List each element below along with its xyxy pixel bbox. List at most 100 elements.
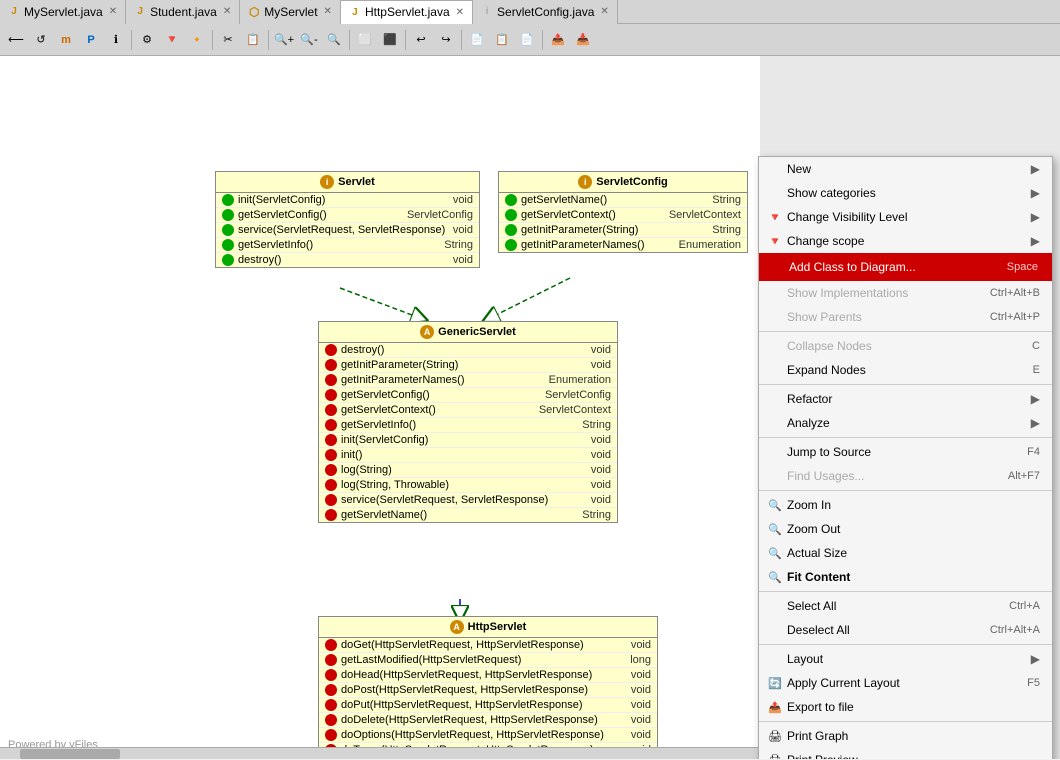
method-name: getServletContext() [521,209,665,221]
menu-item-fit-content[interactable]: 🔍 Fit Content [759,565,1052,589]
menu-item-new[interactable]: New ▶ [759,157,1052,181]
tab-myservlet-java[interactable]: J MyServlet.java ✕ [0,0,126,24]
method-name: destroy() [341,344,587,356]
menu-item-scope[interactable]: 🔻 Change scope ▶ [759,229,1052,253]
uml-row: doDelete(HttpServletRequest, HttpServlet… [319,713,657,728]
toolbar-zoomin-btn[interactable]: 🔍+ [272,28,296,52]
menu-sep-1 [759,331,1052,332]
horizontal-scrollbar[interactable] [0,747,760,759]
toolbar-flag2-btn[interactable]: 🔸 [185,28,209,52]
toolbar-info-btn[interactable]: ℹ [104,28,128,52]
menu-item-print-graph[interactable]: 🖨 Print Graph [759,724,1052,748]
toolbar-import-btn[interactable]: 📥 [571,28,595,52]
menu-item-select-all[interactable]: Select All Ctrl+A [759,594,1052,618]
main-area: i Servlet init(ServletConfig) void getSe… [0,56,1060,759]
menu-label-export: Export to file [787,700,1040,714]
method-return: void [591,434,611,446]
select-all-shortcut: Ctrl+A [1009,600,1040,612]
menu-item-actual-size[interactable]: 🔍 Actual Size [759,541,1052,565]
uml-row: getServletName() String [319,508,617,522]
toolbar-m-btn[interactable]: m [54,28,78,52]
tab-servletconfig-java[interactable]: i ServletConfig.java ✕ [473,0,618,24]
toolbar-doc3-btn[interactable]: 📄 [515,28,539,52]
menu-item-visibility[interactable]: 🔻 Change Visibility Level ▶ [759,205,1052,229]
menu-item-refactor[interactable]: Refactor ▶ [759,387,1052,411]
tab-student-java[interactable]: J Student.java ✕ [126,0,240,24]
method-return: ServletContext [539,404,611,416]
tab-myservlet[interactable]: ⬡ MyServlet ✕ [240,0,341,24]
tab-httpservlet-java[interactable]: J HttpServlet.java ✕ [341,0,473,24]
tab-close[interactable]: ✕ [324,6,332,17]
toolbar-zoom-btn[interactable]: 🔍 [322,28,346,52]
menu-item-expand[interactable]: Expand Nodes E [759,358,1052,382]
menu-item-zoom-out[interactable]: 🔍 Zoom Out [759,517,1052,541]
diagram-canvas[interactable]: i Servlet init(ServletConfig) void getSe… [0,56,760,759]
layout-submenu-arrow: ▶ [1031,652,1040,666]
toolbar-box1-btn[interactable]: ⬜ [353,28,377,52]
toolbar-p-btn[interactable]: P [79,28,103,52]
method-return: ServletConfig [545,389,611,401]
toolbar-gear-btn[interactable]: ⚙ [135,28,159,52]
method-visibility-icon [325,449,337,461]
interface-icon: i [320,175,334,189]
scope-submenu-arrow: ▶ [1031,234,1040,248]
method-visibility-icon [325,494,337,506]
deselect-all-icon [767,622,783,638]
uml-row: getInitParameter(String) String [499,223,747,238]
toolbar-zoomout-btn[interactable]: 🔍- [297,28,321,52]
menu-item-print-preview[interactable]: 🖨 Print Preview [759,748,1052,759]
toolbar-copy-btn[interactable]: 📋 [241,28,265,52]
refactor-icon [767,391,783,407]
uml-row: getServletConfig() ServletConfig [216,208,479,223]
find-usages-icon [767,468,783,484]
tab-close[interactable]: ✕ [109,6,117,17]
menu-item-deselect-all[interactable]: Deselect All Ctrl+Alt+A [759,618,1052,642]
method-name: getInitParameterNames() [341,374,545,386]
abstract-icon: A [450,620,464,634]
uml-row: destroy() void [216,253,479,267]
menu-item-export[interactable]: 📤 Export to file [759,695,1052,719]
uml-row: getServletConfig() ServletConfig [319,388,617,403]
tab-close[interactable]: ✕ [456,7,464,18]
genericservlet-class-box[interactable]: A GenericServlet destroy() void getInitP… [318,321,618,523]
method-name: log(String, Throwable) [341,479,587,491]
toolbar-refresh-btn[interactable]: ↺ [29,28,53,52]
toolbar-doc2-btn[interactable]: 📋 [490,28,514,52]
add-class-shortcut: Space [1007,261,1038,273]
method-visibility-icon [222,209,234,221]
toolbar-doc1-btn[interactable]: 📄 [465,28,489,52]
toolbar-redo-btn[interactable]: ↪ [434,28,458,52]
uml-row: service(ServletRequest, ServletResponse)… [319,493,617,508]
toolbar-box2-btn[interactable]: ⬛ [378,28,402,52]
toolbar-cut-btn[interactable]: ✂ [216,28,240,52]
method-return: String [444,239,473,251]
menu-item-layout[interactable]: Layout ▶ [759,647,1052,671]
scrollbar-thumb[interactable] [20,749,120,759]
toolbar-export-btn[interactable]: 📤 [546,28,570,52]
servletconfig-class-box[interactable]: i ServletConfig getServletName() String … [498,171,748,253]
servlet-class-box[interactable]: i Servlet init(ServletConfig) void getSe… [215,171,480,268]
menu-label-actual-size: Actual Size [787,546,1040,560]
toolbar-undo-btn[interactable]: ↩ [409,28,433,52]
menu-item-apply-layout[interactable]: 🔄 Apply Current Layout F5 [759,671,1052,695]
tab-close[interactable]: ✕ [600,6,608,17]
menu-label-show-categories: Show categories [787,186,1027,200]
method-visibility-icon [222,194,234,206]
method-visibility-icon [505,224,517,236]
toolbar-sep-7 [542,30,543,50]
method-name: init(ServletConfig) [341,434,587,446]
visibility-icon: 🔻 [767,209,783,225]
toolbar-flag1-btn[interactable]: 🔻 [160,28,184,52]
apply-layout-icon: 🔄 [767,675,783,691]
menu-item-add-class[interactable]: Add Class to Diagram... Space [759,253,1052,281]
menu-item-analyze[interactable]: Analyze ▶ [759,411,1052,435]
httpservlet-class-box[interactable]: A HttpServlet doGet(HttpServletRequest, … [318,616,658,758]
method-visibility-icon [325,434,337,446]
menu-item-jump-source[interactable]: Jump to Source F4 [759,440,1052,464]
export-icon: 📤 [767,699,783,715]
tab-icon-java: J [349,6,361,18]
toolbar-back-btn[interactable]: ⟵ [4,28,28,52]
menu-item-show-categories[interactable]: Show categories ▶ [759,181,1052,205]
tab-close[interactable]: ✕ [223,6,231,17]
menu-item-zoom-in[interactable]: 🔍 Zoom In [759,493,1052,517]
